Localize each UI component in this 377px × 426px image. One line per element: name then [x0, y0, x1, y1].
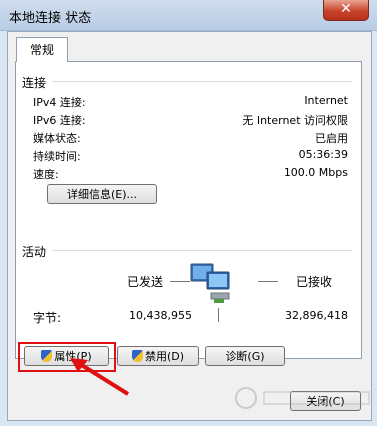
activity-divider-vertical — [218, 308, 219, 322]
speed-value: 100.0 Mbps — [283, 166, 348, 179]
details-button[interactable]: 详细信息(E)... — [47, 184, 157, 204]
tab-general[interactable]: 常规 — [16, 37, 68, 62]
ipv6-label: IPv6 连接: — [33, 114, 86, 127]
bytes-label: 字节: — [33, 311, 62, 325]
received-connector-line — [258, 281, 278, 282]
speed-label: 速度: — [33, 168, 59, 181]
bytes-received-value: 32,896,418 — [285, 309, 348, 322]
ipv6-value: 无 Internet 访问权限 — [242, 114, 348, 127]
disable-button-label: 禁用(D) — [144, 350, 185, 363]
ipv4-label: IPv4 连接: — [33, 96, 86, 109]
network-computers-icon — [190, 263, 230, 303]
duration-label: 持续时间: — [33, 150, 81, 163]
activity-divider — [52, 250, 352, 251]
activity-section-label: 活动 — [22, 245, 47, 259]
diagnose-button[interactable]: 诊断(G) — [205, 346, 285, 366]
media-state-value: 已启用 — [315, 132, 348, 145]
connection-divider — [52, 81, 352, 82]
close-window-button[interactable]: ✕ — [323, 0, 369, 21]
duration-value: 05:36:39 — [298, 148, 348, 161]
sent-label: 已发送 — [127, 275, 164, 289]
window-title: 本地连接 状态 — [9, 11, 92, 26]
connection-section-label: 连接 — [22, 76, 47, 90]
ipv4-value: Internet — [304, 94, 348, 107]
title-bar: 本地连接 状态 ✕ — [0, 0, 377, 31]
sent-connector-line — [170, 281, 190, 282]
red-arrow-icon — [70, 358, 130, 396]
media-state-label: 媒体状态: — [33, 132, 81, 145]
received-label: 已接收 — [296, 275, 333, 289]
baidu-jingyan-watermark-icon — [235, 387, 370, 409]
general-tab-panel: 连接 IPv4 连接: Internet IPv6 连接: 无 Internet… — [15, 61, 362, 359]
bytes-sent-value: 10,438,955 — [129, 309, 192, 322]
